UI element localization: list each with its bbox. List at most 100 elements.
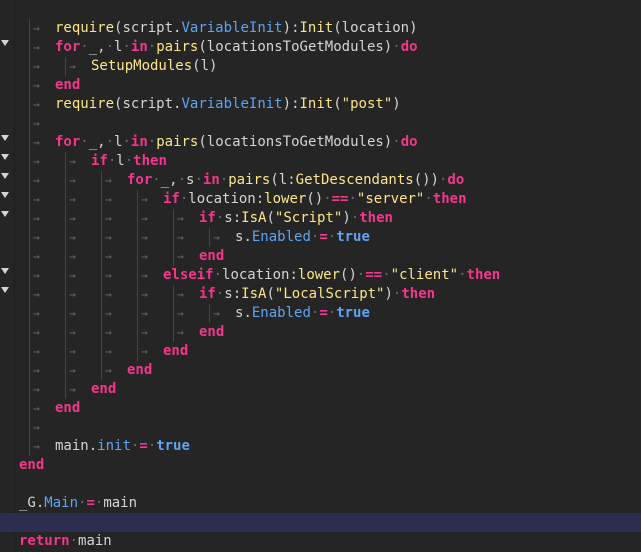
indent-guide <box>101 361 102 380</box>
code-line[interactable]: → for·_,·l·in·pairs(locationsToGetModules… <box>0 38 641 57</box>
tab-arrow-icon: → <box>105 193 112 206</box>
tab-arrow-icon: → <box>69 269 76 282</box>
code-line[interactable]: → → → for·_,·s·in·pairs(l:GetDescendants())… <box>0 171 641 190</box>
code-line[interactable]: → → → end <box>0 361 641 380</box>
code-line[interactable]: → <box>0 418 641 437</box>
tab-arrow-icon: → <box>141 250 148 263</box>
code-token: ( <box>266 286 275 302</box>
code-line[interactable]: end <box>0 456 641 475</box>
tab-arrow-icon: → <box>33 60 40 73</box>
code-token: return <box>19 533 70 549</box>
code-token: ) <box>282 20 292 36</box>
tab-arrow-icon: → <box>33 269 40 282</box>
code-token: : <box>255 191 265 207</box>
code-token: () <box>340 267 357 283</box>
code-text: require(script.VariableInit):Init("post"… <box>55 95 401 114</box>
tab-arrow-icon: → <box>141 269 148 282</box>
code-line[interactable]: return·main <box>0 532 641 551</box>
code-line[interactable]: → for·_,·l·in·pairs(locationsToGetModules… <box>0 133 641 152</box>
code-line[interactable]: → → → → → end <box>0 323 641 342</box>
tab-arrow-icon: → <box>33 231 40 244</box>
tab-arrow-icon: → <box>33 41 40 54</box>
code-line[interactable]: → → SetupModules(l) <box>0 57 641 76</box>
code-token: ()) <box>413 172 439 188</box>
tab-arrow-icon: → <box>33 421 40 434</box>
tab-arrow-icon: → <box>105 345 112 358</box>
indent-guide <box>209 304 210 323</box>
code-token: ( <box>266 210 275 226</box>
code-text: end <box>91 380 116 399</box>
fold-chevron-icon[interactable] <box>1 268 9 274</box>
code-token: ) <box>282 96 292 112</box>
code-token: · <box>458 267 467 283</box>
code-line[interactable]: → → → → → if·s:IsA("Script")·then <box>0 209 641 228</box>
code-token: for <box>55 134 81 150</box>
fold-chevron-icon[interactable] <box>1 192 9 198</box>
code-text: end <box>55 399 80 418</box>
code-token: ) <box>342 210 351 226</box>
fold-chevron-icon[interactable] <box>1 135 9 141</box>
fold-chevron-icon[interactable] <box>1 40 9 46</box>
code-line[interactable]: → end <box>0 76 641 95</box>
code-line[interactable]: → → → → if·location:lower()·==·"server"·then <box>0 190 641 209</box>
code-token: == <box>331 191 349 207</box>
code-token: "post" <box>341 96 393 112</box>
tab-arrow-icon: → <box>33 345 40 358</box>
indent-guide <box>173 247 174 266</box>
code-line[interactable]: → require(script.VariableInit):Init("post… <box>0 95 641 114</box>
code-editor[interactable]: → require(script.VariableInit):Init(locat… <box>0 0 641 552</box>
code-text: for·_,·l·in·pairs(locationsToGetModules)… <box>55 38 418 57</box>
code-token: = <box>319 305 328 321</box>
code-token: SetupModules <box>91 58 193 74</box>
code-line[interactable]: → → if·l·then <box>0 152 641 171</box>
code-token: . <box>88 438 98 454</box>
fold-chevron-icon[interactable] <box>1 211 9 217</box>
fold-chevron-icon[interactable] <box>1 287 9 293</box>
code-token: then <box>466 267 501 283</box>
code-token: . <box>243 305 252 321</box>
code-line[interactable]: → <box>0 114 641 133</box>
tab-arrow-icon: → <box>69 212 76 225</box>
code-line[interactable]: → → → → end <box>0 342 641 361</box>
tab-arrow-icon: → <box>69 364 76 377</box>
code-line[interactable]: _G.Main·=·main <box>0 494 641 513</box>
code-token: l <box>116 153 125 169</box>
code-token: lower <box>297 267 341 283</box>
code-line[interactable]: → main.init·=·true <box>0 437 641 456</box>
code-text: s.Enabled·=·true <box>235 304 370 323</box>
code-text: for·_,·l·in·pairs(locationsToGetModules)… <box>55 133 418 152</box>
fold-chevron-icon[interactable] <box>1 173 9 179</box>
code-line[interactable] <box>0 475 641 494</box>
code-line[interactable]: → → end <box>0 380 641 399</box>
current-line[interactable] <box>0 513 641 532</box>
code-token: (script <box>114 96 174 112</box>
indent-guide <box>65 209 66 228</box>
indent-guide <box>29 76 30 95</box>
tab-arrow-icon: → <box>33 136 40 149</box>
code-line[interactable]: → end <box>0 399 641 418</box>
code-token: · <box>147 438 157 454</box>
code-token: GetDescendants <box>295 172 414 188</box>
tab-arrow-icon: → <box>69 231 76 244</box>
fold-chevron-icon[interactable] <box>1 154 9 160</box>
indent-guide <box>65 285 66 304</box>
code-token: require <box>55 96 115 112</box>
code-line[interactable]: → → → → → end <box>0 247 641 266</box>
code-token: (l <box>270 172 288 188</box>
code-line[interactable]: → → → → → → s.Enabled·=·true <box>0 228 641 247</box>
code-line[interactable]: → require(script.VariableInit):Init(locat… <box>0 19 641 38</box>
indent-guide <box>29 95 30 114</box>
code-token: : <box>232 210 242 226</box>
indent-guide <box>29 228 30 247</box>
code-line[interactable]: → → → → → → s.Enabled·=·true <box>0 304 641 323</box>
code-token: end <box>199 248 225 264</box>
code-token: Enabled <box>251 305 311 321</box>
code-line[interactable]: → → → → elseif·location:lower()·==·"client"·… <box>0 266 641 285</box>
code-token: if <box>163 191 180 207</box>
tab-arrow-icon: → <box>33 193 40 206</box>
code-text: require(script.VariableInit):Init(locati… <box>55 19 418 38</box>
code-token: pairs <box>156 134 199 150</box>
code-line[interactable]: → → → → → if·s:IsA("LocalScript")·then <box>0 285 641 304</box>
indent-guide <box>29 361 30 380</box>
tab-arrow-icon: → <box>33 155 40 168</box>
